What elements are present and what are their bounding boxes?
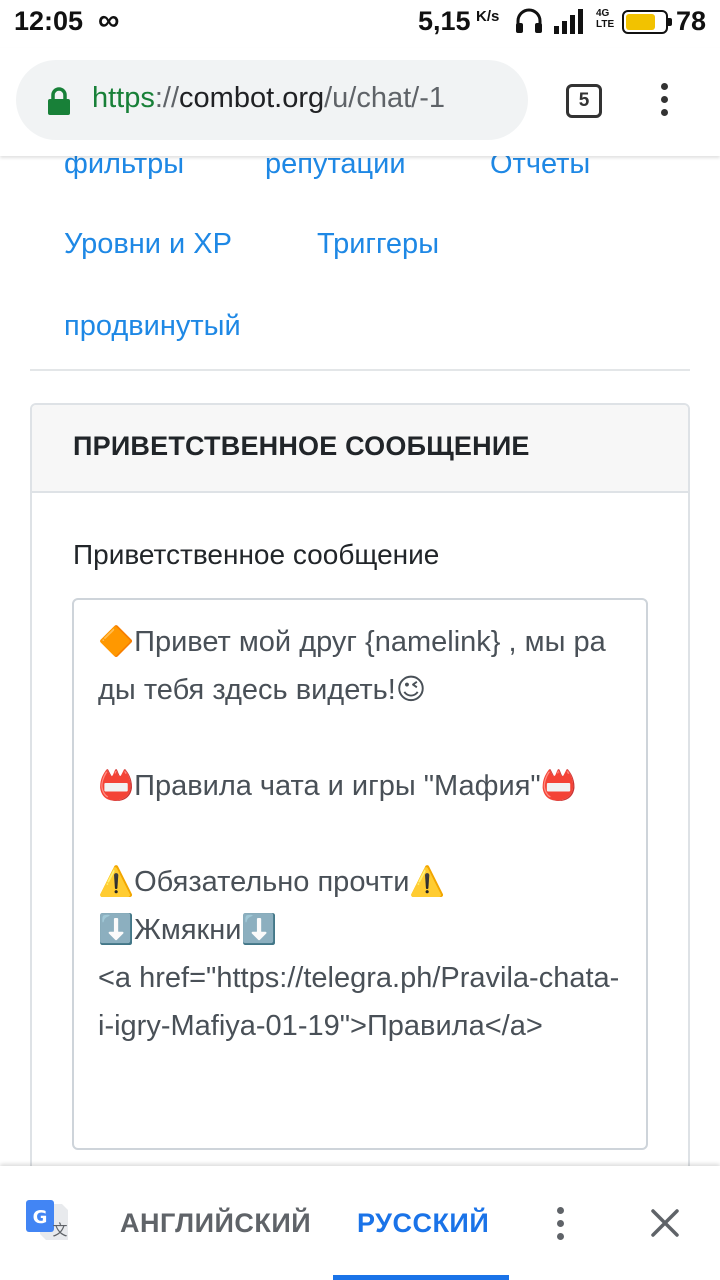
welcome-message-textarea[interactable]: 🔶Привет мой друг {namelink} , мы рады те… [72,598,648,1150]
loop-icon: ∞ [98,4,120,37]
translate-bar: G 文 АНГЛИЙСКИЙ РУССКИЙ [0,1166,720,1280]
signal-icon [554,9,583,34]
browser-toolbar: https://combot.org/u/chat/-1 5 [0,48,720,156]
nav-link-triggers[interactable]: Триггеры [317,228,439,261]
divider [30,369,690,371]
tab-source-language[interactable]: АНГЛИЙСКИЙ [120,1208,311,1239]
url-path: /u/chat/-1 [324,82,446,114]
nav-link-advanced[interactable]: продвинутый [64,310,241,343]
network-speed: 5,15 [418,6,471,36]
welcome-message-label: Приветственное сообщение [73,539,440,570]
page-content: фильтры репутации Отчеты Уровни и XP Три… [0,156,720,1166]
nav-link-filters[interactable]: фильтры [64,156,184,181]
url-text[interactable]: https://combot.org/u/chat/-1 [92,82,522,115]
translate-more-icon[interactable] [548,1204,572,1244]
address-bar[interactable]: https://combot.org/u/chat/-1 [16,60,528,140]
url-scheme: https [92,82,155,114]
nav-row-1: фильтры репутации Отчеты [0,156,720,196]
close-icon[interactable] [648,1206,682,1240]
nav-link-reports[interactable]: Отчеты [490,156,590,181]
tab-switcher-button[interactable]: 5 [566,84,602,118]
nav-row-2: Уровни и XP Триггеры [0,228,720,276]
nav-link-reputation[interactable]: репутации [265,156,406,181]
google-translate-icon[interactable]: G 文 [26,1200,72,1246]
status-time: 12:05 [14,6,84,36]
battery-icon [622,10,672,34]
welcome-message-card: ПРИВЕТСТВЕННОЕ СООБЩЕНИЕ Приветственное … [30,403,690,1166]
nav-link-levels-xp[interactable]: Уровни и XP [64,228,232,261]
battery-percent: 78 [676,6,707,36]
lock-icon [48,87,70,115]
battery-level [626,14,655,30]
url-separator: :// [154,82,180,114]
card-title: ПРИВЕТСТВЕННОЕ СООБЩЕНИЕ [73,431,530,461]
status-bar: 12:05 ∞ 5,15 K/s 4G LTE 78 [0,0,720,48]
url-host: combot.org [179,82,325,114]
tab-target-language[interactable]: РУССКИЙ [357,1208,489,1239]
svg-text:文: 文 [52,1221,67,1239]
svg-text:G: G [33,1207,48,1228]
more-vert-icon[interactable] [650,78,678,124]
nav-row-3: продвинутый [0,310,720,358]
headphones-icon [516,8,542,33]
active-tab-indicator [333,1275,509,1280]
network-speed-unit: K/s [476,8,500,25]
lte-indicator: 4G LTE [596,8,615,30]
